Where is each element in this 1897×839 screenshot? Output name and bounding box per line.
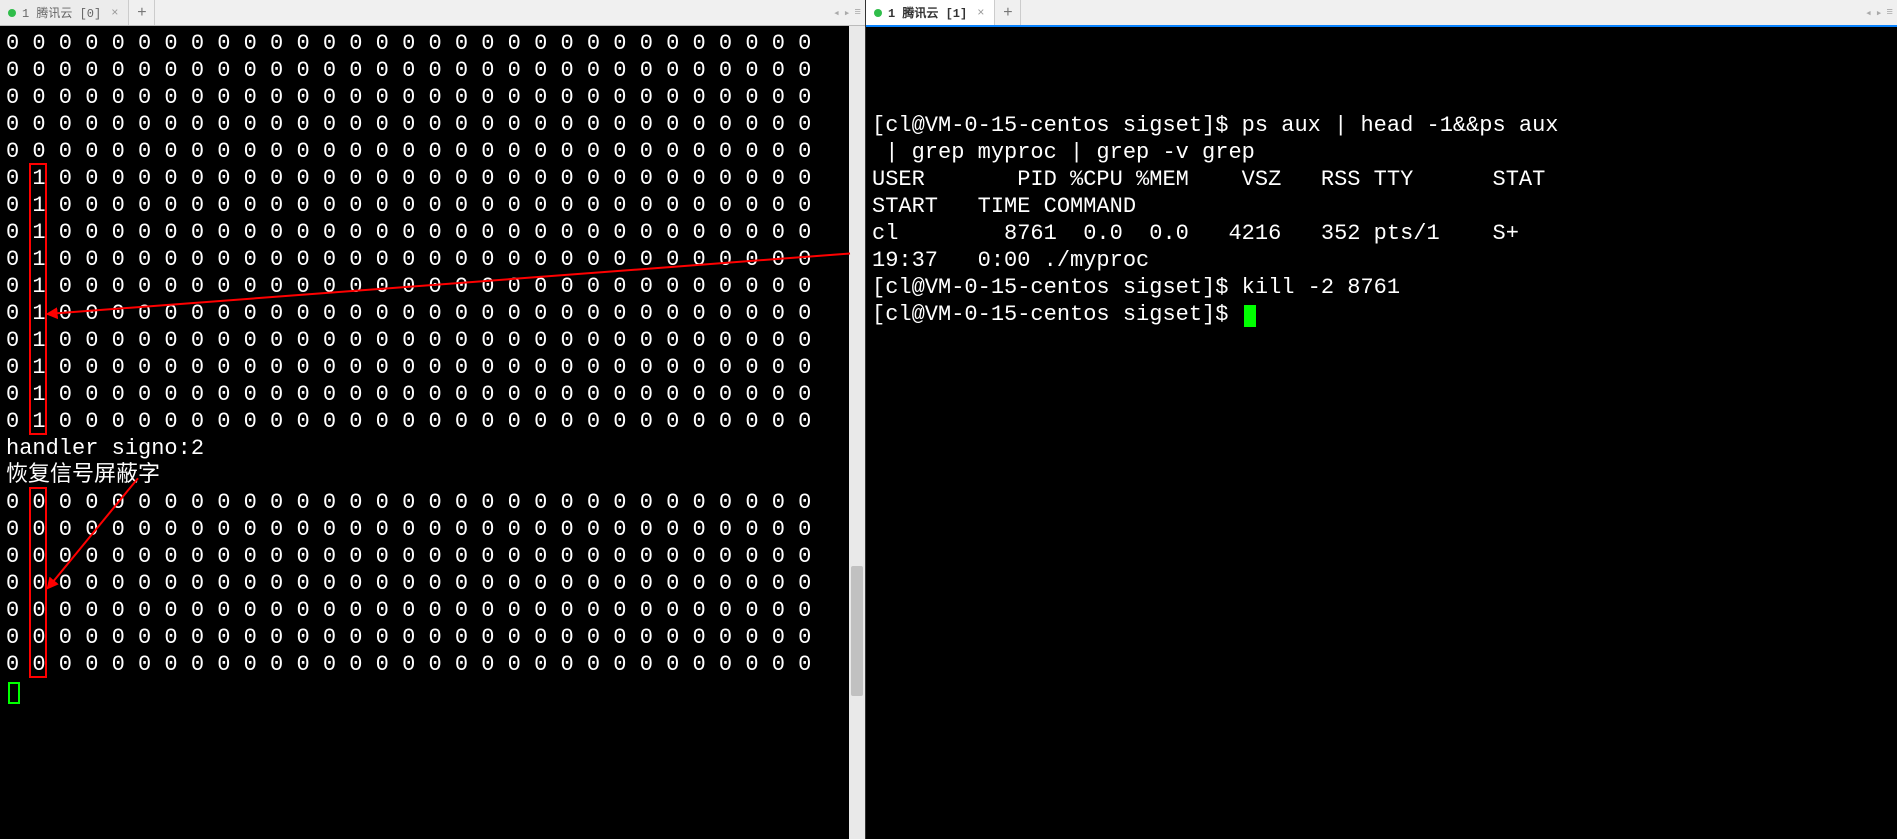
terminal-left[interactable]: 0 0 0 0 0 0 0 0 0 0 0 0 0 0 0 0 0 0 0 0 …: [0, 26, 865, 839]
terminal-line: 0 0 0 0 0 0 0 0 0 0 0 0 0 0 0 0 0 0 0 0 …: [6, 30, 859, 57]
terminal-line: 0 0 0 0 0 0 0 0 0 0 0 0 0 0 0 0 0 0 0 0 …: [6, 543, 859, 570]
plus-icon: +: [137, 4, 147, 22]
tab-prev-icon[interactable]: ◂: [833, 6, 840, 20]
close-icon[interactable]: ×: [977, 6, 984, 20]
terminal-line: handler signo:2: [6, 435, 859, 462]
tab-label: 1 腾讯云 [1]: [888, 7, 967, 21]
close-icon[interactable]: ×: [111, 6, 118, 20]
tab-menu-icon[interactable]: ≡: [854, 7, 861, 19]
tab-menu-icon[interactable]: ≡: [1886, 7, 1893, 19]
tab-next-icon[interactable]: ▸: [1876, 6, 1883, 20]
terminal-line: 19:37 0:00 ./myproc: [872, 247, 1891, 274]
terminal-line: 0 0 0 0 0 0 0 0 0 0 0 0 0 0 0 0 0 0 0 0 …: [6, 597, 859, 624]
terminal-line: 0 0 0 0 0 0 0 0 0 0 0 0 0 0 0 0 0 0 0 0 …: [6, 84, 859, 111]
terminal-line: 0 1 0 0 0 0 0 0 0 0 0 0 0 0 0 0 0 0 0 0 …: [6, 165, 859, 192]
terminal-line: 0 0 0 0 0 0 0 0 0 0 0 0 0 0 0 0 0 0 0 0 …: [6, 489, 859, 516]
tab-bar-right: 1 腾讯云 [1] × + ◂ ▸ ≡: [866, 0, 1897, 27]
status-dot-icon: [8, 9, 16, 17]
tab-right-0[interactable]: 1 腾讯云 [1] ×: [866, 0, 995, 25]
terminal-line: 0 0 0 0 0 0 0 0 0 0 0 0 0 0 0 0 0 0 0 0 …: [6, 651, 859, 678]
tab-bar-left: 1 腾讯云 [0] × + ◂ ▸ ≡: [0, 0, 865, 26]
tab-nav: ◂ ▸ ≡: [1865, 0, 1893, 25]
plus-icon: +: [1003, 4, 1013, 22]
terminal-line: 0 1 0 0 0 0 0 0 0 0 0 0 0 0 0 0 0 0 0 0 …: [6, 354, 859, 381]
terminal-right[interactable]: [cl@VM-0-15-centos sigset]$ ps aux | hea…: [866, 27, 1897, 839]
terminal-line: [cl@VM-0-15-centos sigset]$ ps aux | hea…: [872, 112, 1891, 139]
add-tab-button[interactable]: +: [995, 0, 1021, 25]
terminal-line: 0 0 0 0 0 0 0 0 0 0 0 0 0 0 0 0 0 0 0 0 …: [6, 570, 859, 597]
terminal-line: [cl@VM-0-15-centos sigset]$: [872, 301, 1891, 328]
terminal-line: 0 0 0 0 0 0 0 0 0 0 0 0 0 0 0 0 0 0 0 0 …: [6, 624, 859, 651]
status-dot-icon: [874, 9, 882, 17]
terminal-line: 0 1 0 0 0 0 0 0 0 0 0 0 0 0 0 0 0 0 0 0 …: [6, 300, 859, 327]
scrollbar-left[interactable]: [849, 26, 865, 839]
terminal-line: 0 0 0 0 0 0 0 0 0 0 0 0 0 0 0 0 0 0 0 0 …: [6, 111, 859, 138]
terminal-line: USER PID %CPU %MEM VSZ RSS TTY STAT: [872, 166, 1891, 193]
terminal-line: [cl@VM-0-15-centos sigset]$ kill -2 8761: [872, 274, 1891, 301]
tab-next-icon[interactable]: ▸: [844, 6, 851, 20]
terminal-line: [6, 678, 859, 705]
tab-prev-icon[interactable]: ◂: [1865, 6, 1872, 20]
terminal-line: 0 1 0 0 0 0 0 0 0 0 0 0 0 0 0 0 0 0 0 0 …: [6, 381, 859, 408]
terminal-line: | grep myproc | grep -v grep: [872, 139, 1891, 166]
terminal-line: 0 1 0 0 0 0 0 0 0 0 0 0 0 0 0 0 0 0 0 0 …: [6, 246, 859, 273]
tab-label: 1 腾讯云 [0]: [22, 4, 101, 21]
tab-left-0[interactable]: 1 腾讯云 [0] ×: [0, 0, 129, 25]
terminal-line: 0 1 0 0 0 0 0 0 0 0 0 0 0 0 0 0 0 0 0 0 …: [6, 192, 859, 219]
terminal-line: 0 0 0 0 0 0 0 0 0 0 0 0 0 0 0 0 0 0 0 0 …: [6, 138, 859, 165]
terminal-line: 0 1 0 0 0 0 0 0 0 0 0 0 0 0 0 0 0 0 0 0 …: [6, 327, 859, 354]
terminal-line: 0 1 0 0 0 0 0 0 0 0 0 0 0 0 0 0 0 0 0 0 …: [6, 273, 859, 300]
left-pane: 1 腾讯云 [0] × + ◂ ▸ ≡ 0 0 0 0 0 0 0 0 0 0 …: [0, 0, 866, 839]
tab-nav: ◂ ▸ ≡: [833, 0, 861, 25]
terminal-line: 0 0 0 0 0 0 0 0 0 0 0 0 0 0 0 0 0 0 0 0 …: [6, 516, 859, 543]
terminal-line: 0 1 0 0 0 0 0 0 0 0 0 0 0 0 0 0 0 0 0 0 …: [6, 408, 859, 435]
terminal-line: 恢复信号屏蔽字: [6, 462, 859, 489]
scrollbar-thumb[interactable]: [851, 566, 863, 696]
terminal-line: START TIME COMMAND: [872, 193, 1891, 220]
right-pane: 1 腾讯云 [1] × + ◂ ▸ ≡ [cl@VM-0-15-centos s…: [866, 0, 1897, 839]
cursor-icon: [1244, 305, 1256, 327]
terminal-line: cl 8761 0.0 0.0 4216 352 pts/1 S+: [872, 220, 1891, 247]
terminal-line: 0 0 0 0 0 0 0 0 0 0 0 0 0 0 0 0 0 0 0 0 …: [6, 57, 859, 84]
app-root: 1 腾讯云 [0] × + ◂ ▸ ≡ 0 0 0 0 0 0 0 0 0 0 …: [0, 0, 1897, 839]
add-tab-button[interactable]: +: [129, 0, 155, 25]
terminal-line: 0 1 0 0 0 0 0 0 0 0 0 0 0 0 0 0 0 0 0 0 …: [6, 219, 859, 246]
cursor-icon: [8, 682, 20, 704]
